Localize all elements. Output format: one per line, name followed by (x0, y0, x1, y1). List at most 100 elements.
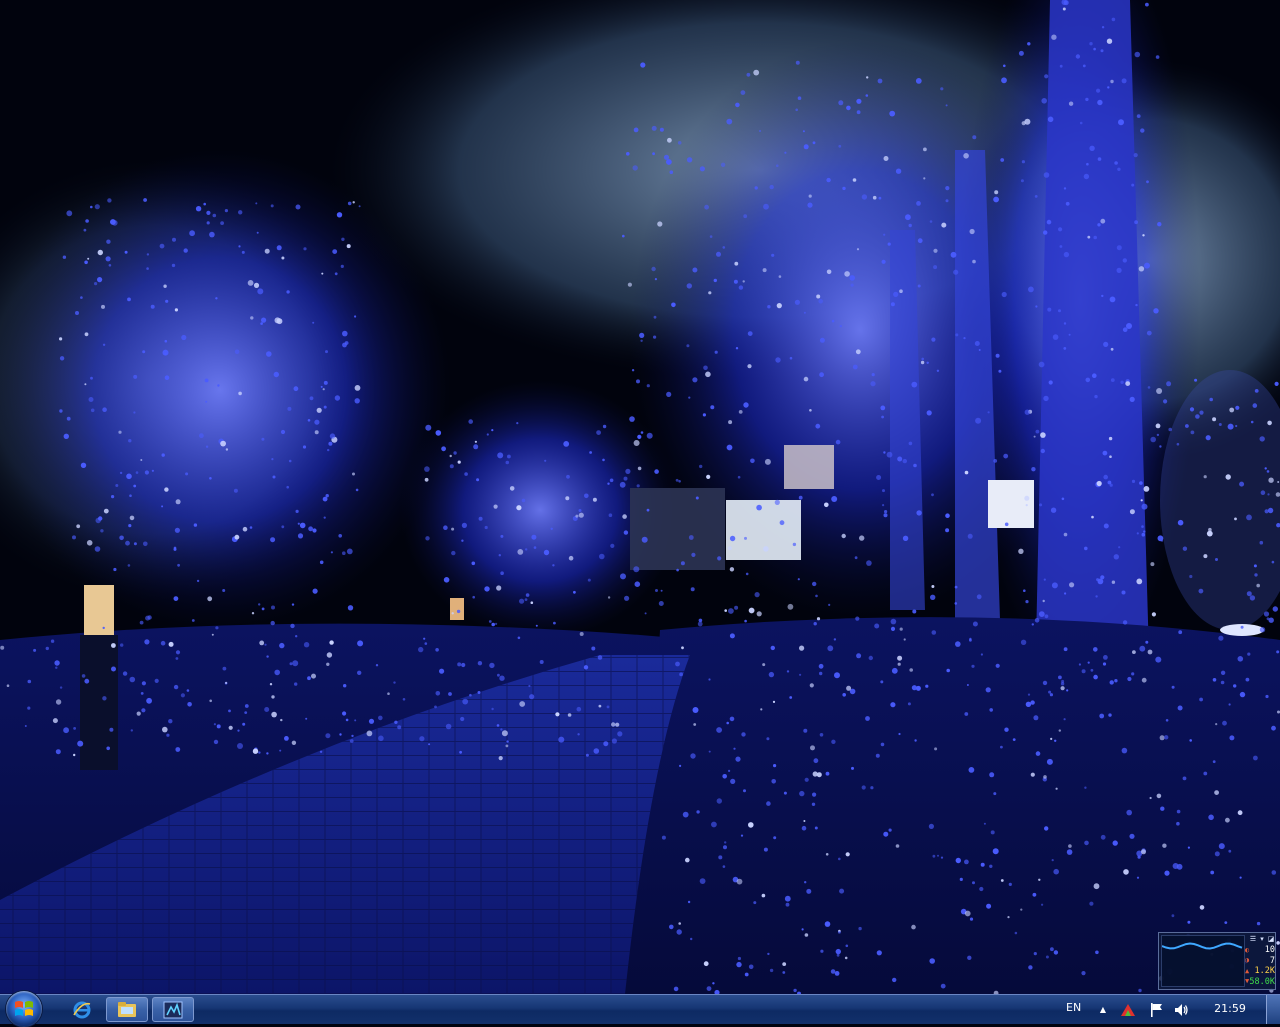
volume-icon[interactable] (1173, 1002, 1189, 1018)
wallpaper-light-dot (261, 317, 267, 323)
wallpaper-light-dot (355, 488, 359, 492)
wallpaper-light-dot (1049, 693, 1053, 697)
action-center-flag-icon[interactable] (1149, 1002, 1165, 1018)
menu-icon[interactable]: ☰ (1249, 935, 1257, 943)
wallpaper-light-dot (831, 739, 836, 744)
wallpaper-light-dot (516, 505, 522, 511)
wallpaper-light-dot (205, 445, 209, 448)
wallpaper-light-dot (448, 692, 452, 696)
wallpaper-light-dot (1018, 548, 1024, 554)
app-taskbar-button[interactable] (152, 997, 194, 1022)
wallpaper-light-dot (734, 605, 739, 610)
wallpaper-light-dot (1043, 395, 1049, 402)
wallpaper-light-dot (209, 231, 215, 238)
wallpaper-light-dot (1256, 583, 1260, 588)
wallpaper-light-dot (506, 740, 509, 743)
wallpaper-light-dot (825, 771, 830, 776)
wallpaper-light-dot (815, 594, 818, 598)
wallpaper-light-dot (222, 589, 226, 592)
wallpaper-light-dot (94, 546, 101, 552)
wallpaper-light-dot (950, 251, 957, 258)
wallpaper-light-dot (112, 220, 118, 226)
wallpaper-light-dot (189, 230, 196, 237)
wallpaper-light-dot (735, 102, 740, 108)
wallpaper-light-dot (164, 487, 169, 492)
wallpaper-light-dot (1271, 870, 1277, 875)
wallpaper-light-dot (1093, 647, 1098, 652)
wallpaper-light-dot (985, 687, 991, 693)
wallpaper-light-dot (891, 667, 898, 674)
wallpaper-light-dot (1048, 690, 1052, 694)
wallpaper-light-dot (1206, 530, 1213, 537)
wallpaper-light-dot (1043, 230, 1048, 235)
wallpaper-light-dot (913, 463, 917, 468)
wallpaper-light-dot (1228, 703, 1231, 706)
wallpaper-light-dot (1086, 162, 1089, 166)
wallpaper-light-dot (144, 470, 149, 475)
language-indicator[interactable]: EN (1066, 999, 1088, 1017)
wallpaper-light-dot (636, 484, 640, 488)
wallpaper-light-dot (109, 727, 114, 732)
wallpaper-light-dot (1084, 786, 1087, 789)
dropdown-icon[interactable]: ▾ (1258, 935, 1266, 943)
wallpaper-light-dot (500, 534, 504, 538)
ie-quick-launch[interactable] (64, 997, 100, 1022)
wallpaper-light-dot (1038, 361, 1045, 368)
wallpaper-light-dot (435, 430, 442, 436)
wallpaper-light-dot (1156, 388, 1163, 394)
system-monitor-gadget[interactable]: ☰ ▾ ◪ ◐ 10 ◑ 7 ▲ 1.2K ▼ 58.0K (1158, 932, 1276, 990)
wallpaper-light-dot (1166, 381, 1172, 387)
wallpaper-light-dot (699, 878, 706, 884)
wallpaper-light-dot (325, 733, 331, 739)
wallpaper-light-dot (623, 530, 629, 535)
wallpaper-light-dot (269, 683, 273, 686)
wallpaper-light-dot (1043, 578, 1046, 581)
wallpaper-light-dot (1171, 685, 1175, 689)
start-button[interactable] (6, 991, 42, 1027)
wallpaper-light-dot (736, 878, 743, 885)
tray-app-icon[interactable] (1120, 1002, 1136, 1018)
wallpaper-light-dot (488, 620, 492, 623)
wallpaper-light-dot (1031, 467, 1036, 472)
wallpaper-light-dot (980, 653, 984, 656)
show-desktop-button[interactable] (1266, 995, 1280, 1024)
wallpaper-light-dot (709, 235, 713, 238)
wallpaper-light-dot (989, 864, 993, 868)
wallpaper-light-dot (279, 749, 282, 752)
wallpaper-light-dot (686, 283, 692, 289)
wallpaper-light-dot (140, 459, 143, 461)
wallpaper-light-dot (1150, 562, 1155, 567)
wallpaper-light-dot (972, 135, 977, 140)
wallpaper-light-dot (286, 290, 290, 294)
wallpaper-light-dot (1155, 423, 1161, 429)
wallpaper-light-dot (602, 424, 607, 429)
wallpaper-light-dot (1114, 679, 1118, 683)
explorer-taskbar-button[interactable] (106, 997, 148, 1022)
taskbar-clock[interactable]: 21:59 (1206, 999, 1254, 1019)
wallpaper-light-dot (661, 835, 666, 840)
wallpaper-light-dot (424, 642, 428, 645)
desktop[interactable]: ☰ ▾ ◪ ◐ 10 ◑ 7 ▲ 1.2K ▼ 58.0K (0, 0, 1280, 994)
wallpaper-light-dot (535, 624, 538, 627)
wallpaper-light-dot (567, 713, 572, 717)
resize-icon[interactable]: ◪ (1267, 935, 1275, 943)
wallpaper-light-dot (697, 621, 703, 627)
wallpaper-light-dot (211, 633, 214, 636)
wallpaper-light-dot (484, 586, 490, 592)
wallpaper-light-dot (161, 453, 165, 457)
wallpaper-light-dot (550, 527, 553, 530)
wallpaper-light-dot (1225, 817, 1230, 823)
wallpaper-light-dot (659, 127, 664, 132)
wallpaper-light-dot (281, 256, 285, 260)
wallpaper-light-dot (880, 680, 884, 684)
wallpaper-light-dot (141, 681, 146, 686)
wallpaper-light-dot (205, 400, 208, 403)
wallpaper-light-dot (1229, 407, 1235, 413)
wallpaper-light-dot (1155, 656, 1162, 663)
wallpaper-light-dot (794, 299, 801, 305)
wallpaper-light-dot (763, 847, 768, 852)
wallpaper-light-dot (342, 330, 348, 337)
wallpaper-light-dot (261, 437, 265, 441)
show-hidden-icons-icon[interactable]: ▲ (1097, 1004, 1109, 1016)
wallpaper-light-dot (976, 594, 982, 600)
